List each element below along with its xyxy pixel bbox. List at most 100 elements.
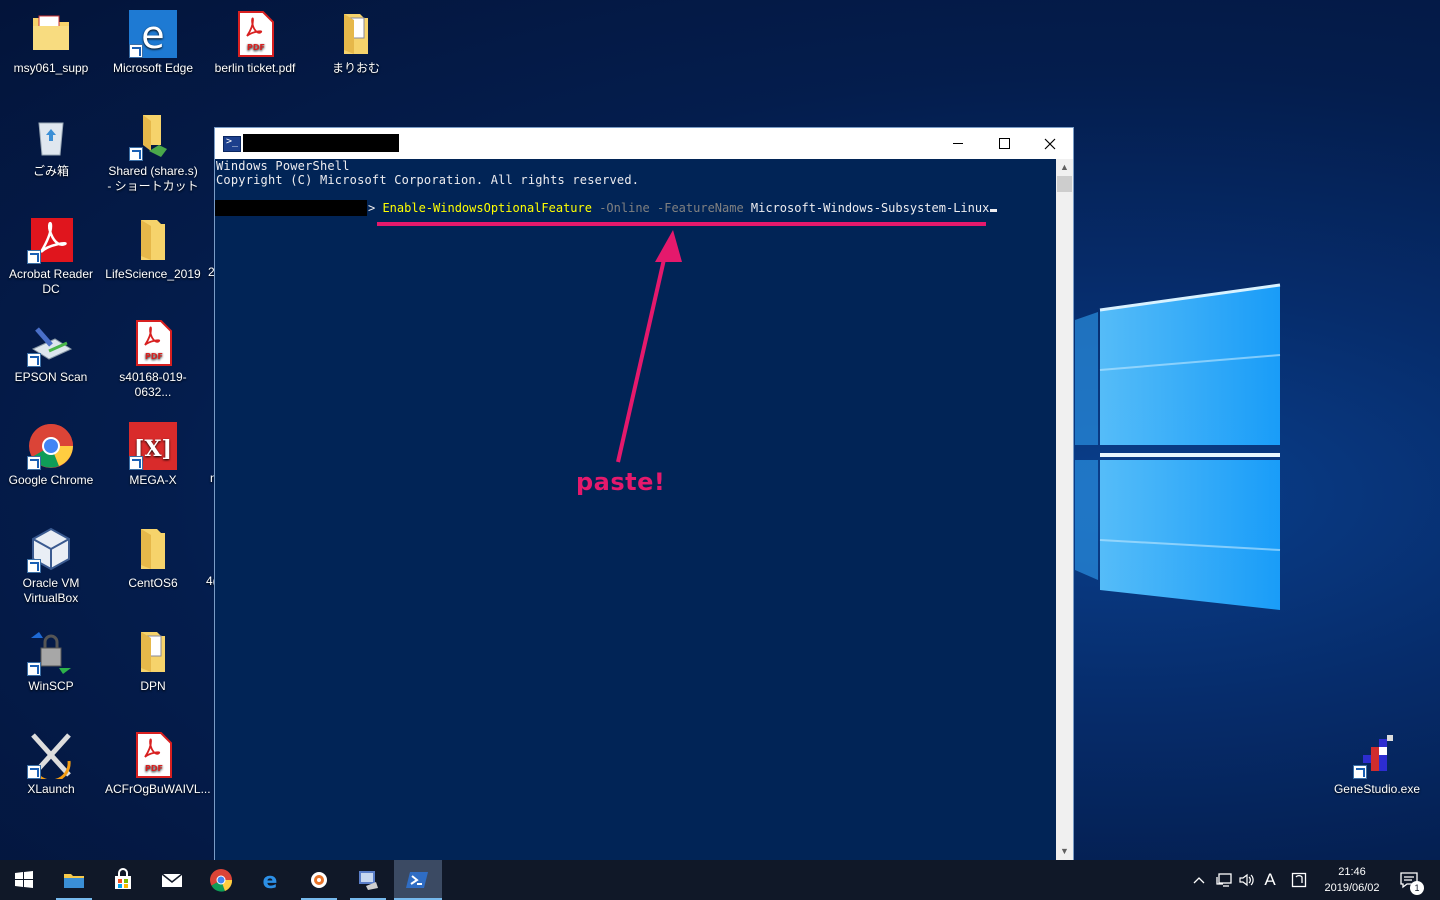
folder-share-icon <box>129 113 177 161</box>
taskbar-app-scan[interactable] <box>344 860 392 900</box>
genestudio-icon <box>1353 731 1401 779</box>
taskbar-mail[interactable] <box>148 860 196 900</box>
command-line[interactable]: > Enable-WindowsOptionalFeature -Online … <box>368 201 998 215</box>
command-argument: Microsoft-Windows-Subsystem-Linux <box>743 201 990 215</box>
desktop-icon-msy061[interactable]: msy061_supp <box>3 6 99 76</box>
ime-mode-button[interactable] <box>1286 860 1312 900</box>
svg-text:e: e <box>141 13 164 57</box>
desktop-icon-label: Acrobat Reader DC <box>8 267 94 296</box>
desktop-icon-chrome[interactable]: Google Chrome <box>3 418 99 488</box>
desktop-icon-label: GeneStudio.exe <box>1333 782 1421 796</box>
command-name: Enable-WindowsOptionalFeature <box>382 201 592 215</box>
taskbar-clock[interactable]: 21:46 2019/06/02 <box>1316 864 1388 896</box>
prompt-path-redacted <box>215 200 367 216</box>
desktop-icon-epson-scan[interactable]: EPSON Scan <box>3 315 99 385</box>
desktop-icon-label: CentOS6 <box>128 576 178 590</box>
taskbar[interactable]: e A 21:46 2019/06/02 1 <box>0 860 1440 900</box>
desktop-icon-s40168[interactable]: PDF s40168-019-0632... <box>105 315 201 400</box>
console-copyright-line: Copyright (C) Microsoft Corporation. All… <box>216 173 640 187</box>
maximize-button[interactable] <box>981 128 1027 159</box>
desktop-icon-label: LifeScience_2019 <box>105 267 201 281</box>
svg-text:PDF: PDF <box>145 352 163 361</box>
taskbar-store[interactable] <box>99 860 147 900</box>
desktop-icon-label: EPSON Scan <box>14 370 88 384</box>
svg-text:PDF: PDF <box>145 764 163 773</box>
start-button[interactable] <box>0 860 48 900</box>
desktop-icon-label: WinSCP <box>28 679 74 693</box>
taskbar-edge[interactable]: e <box>246 860 294 900</box>
desktop-icon-lifescience[interactable]: LifeScience_2019 <box>105 212 201 282</box>
desktop-icon-centos6[interactable]: CentOS6 <box>105 521 201 591</box>
scroll-down-arrow-icon[interactable]: ▼ <box>1056 843 1073 860</box>
close-button[interactable] <box>1027 128 1073 159</box>
taskbar-chrome[interactable] <box>197 860 245 900</box>
text-cursor <box>990 209 998 212</box>
shortcut-arrow-icon <box>27 353 41 367</box>
chrome-icon <box>210 869 233 892</box>
window-title-redacted <box>243 134 399 152</box>
desktop-icon-recycle-bin[interactable]: ごみ箱 <box>3 109 99 179</box>
network-tray-button[interactable] <box>1212 860 1236 900</box>
chrome-icon <box>27 422 75 470</box>
desktop-icon-genestudio[interactable]: GeneStudio.exe <box>1329 727 1425 797</box>
maximize-icon <box>998 138 1010 149</box>
svg-text:PDF: PDF <box>247 43 265 52</box>
desktop-icon-label: ごみ箱 <box>32 164 69 178</box>
shortcut-arrow-icon <box>27 765 41 779</box>
virtualbox-icon <box>27 525 75 573</box>
desktop-icon-mariomu[interactable]: まりおむ <box>308 6 404 76</box>
desktop-icon-edge[interactable]: e Microsoft Edge <box>105 6 201 76</box>
shortcut-arrow-icon <box>27 662 41 676</box>
show-hidden-icons-button[interactable] <box>1188 860 1210 900</box>
command-param-online: -Online <box>591 201 650 215</box>
recycle-bin-icon <box>27 113 75 161</box>
folder-icon <box>64 874 84 888</box>
volume-tray-button[interactable] <box>1236 860 1258 900</box>
vertical-scrollbar[interactable]: ▲ ▼ <box>1056 159 1073 860</box>
megax-icon: [X] <box>129 422 177 470</box>
folder-icon <box>129 216 177 264</box>
minimize-icon <box>953 143 963 144</box>
taskbar-powershell[interactable] <box>394 860 442 900</box>
desktop-icon-dpn[interactable]: DPN <box>105 624 201 694</box>
desktop-icon-label: DPN <box>140 679 166 693</box>
folder-doc-icon <box>129 628 177 676</box>
edge-icon: e <box>263 869 278 892</box>
desktop-icon-label: Microsoft Edge <box>112 61 194 75</box>
pdf-icon: PDF <box>231 10 279 58</box>
minimize-button[interactable] <box>935 128 981 159</box>
desktop-icon-berlin-ticket[interactable]: PDF berlin ticket.pdf <box>207 6 303 76</box>
scroll-up-arrow-icon[interactable]: ▲ <box>1056 159 1073 176</box>
store-icon <box>115 868 131 889</box>
desktop-icon-virtualbox[interactable]: Oracle VM VirtualBox <box>3 521 99 606</box>
desktop-icon-label: まりおむ <box>331 61 380 75</box>
desktop-icon-winscp[interactable]: WinSCP <box>3 624 99 694</box>
console-output[interactable]: Windows PowerShell Copyright (C) Microso… <box>215 159 1056 860</box>
desktop-icon-megax[interactable]: [X] MEGA-X <box>105 418 201 488</box>
window-titlebar[interactable] <box>215 128 1073 159</box>
desktop-icon-acfrog[interactable]: PDF ACFrOgBuWAIVL... <box>105 727 211 797</box>
taskbar-file-explorer[interactable] <box>50 860 98 900</box>
svg-text:e: e <box>263 869 278 892</box>
notification-count-badge: 1 <box>1410 881 1424 895</box>
scrollbar-thumb[interactable] <box>1057 176 1072 192</box>
xlaunch-icon <box>27 731 75 779</box>
folder-doc-icon <box>332 10 380 58</box>
shortcut-arrow-icon <box>129 456 143 470</box>
desktop-icon-shared[interactable]: Shared (share.s) - ショートカット <box>105 109 201 194</box>
powershell-icon <box>406 872 428 888</box>
ime-indicator[interactable]: A <box>1259 860 1281 900</box>
shortcut-arrow-icon <box>27 559 41 573</box>
ime-pad-icon <box>1291 872 1307 888</box>
action-center-button[interactable]: 1 <box>1394 860 1424 900</box>
desktop-icon-label: s40168-019-0632... <box>119 370 187 399</box>
desktop-icon-acrobat[interactable]: Acrobat Reader DC <box>3 212 99 297</box>
taskbar-app-orange[interactable] <box>295 860 343 900</box>
desktop-icon-xlaunch[interactable]: XLaunch <box>3 727 99 797</box>
powershell-icon[interactable] <box>223 136 241 152</box>
desktop-icon-label: Google Chrome <box>8 473 94 487</box>
desktop-icon-label: msy061_supp <box>13 61 89 75</box>
acrobat-icon <box>27 216 75 264</box>
desktop-icon-label: berlin ticket.pdf <box>214 61 296 75</box>
shortcut-arrow-icon <box>27 456 41 470</box>
